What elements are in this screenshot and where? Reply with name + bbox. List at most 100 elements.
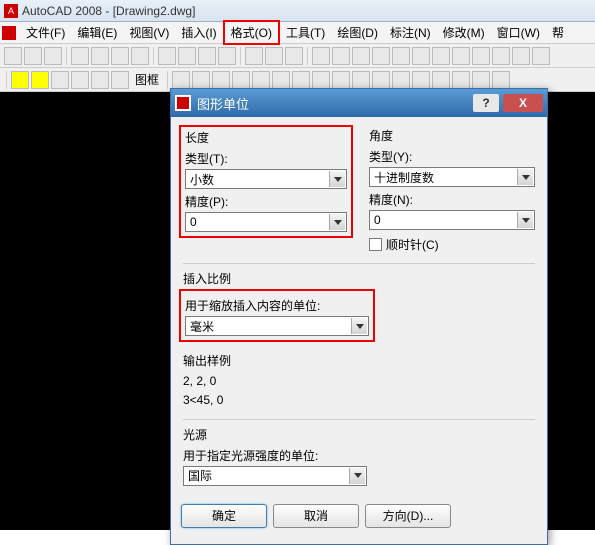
toolbar-icon[interactable] xyxy=(392,47,410,65)
direction-button[interactable]: 方向(D)... xyxy=(365,504,451,528)
toolbar-icon[interactable] xyxy=(265,47,283,65)
toolbar-icon[interactable] xyxy=(198,47,216,65)
toolbar-icon[interactable] xyxy=(292,71,310,89)
toolbar-icon[interactable] xyxy=(232,71,250,89)
toolbar-icon[interactable] xyxy=(71,47,89,65)
help-icon[interactable]: ? xyxy=(473,94,499,112)
insert-unit-select[interactable]: 毫米 xyxy=(185,316,369,336)
menubar-logo-icon xyxy=(2,26,16,40)
dialog-title: 图形单位 xyxy=(197,94,473,113)
app-titlebar: A AutoCAD 2008 - [Drawing2.dwg] xyxy=(0,0,595,22)
toolbar-icon[interactable] xyxy=(111,71,129,89)
app-title: AutoCAD 2008 - [Drawing2.dwg] xyxy=(22,4,195,18)
toolbar-icon[interactable] xyxy=(212,71,230,89)
cancel-button[interactable]: 取消 xyxy=(273,504,359,528)
clockwise-label: 顺时针(C) xyxy=(386,236,439,253)
toolbar-icon[interactable] xyxy=(452,47,470,65)
length-precision-select[interactable]: 0 xyxy=(185,212,347,232)
toolbar-icon[interactable] xyxy=(178,47,196,65)
toolbar-icon[interactable] xyxy=(192,71,210,89)
ok-label: 确定 xyxy=(212,507,236,524)
length-type-select[interactable]: 小数 xyxy=(185,169,347,189)
toolbar-icon[interactable] xyxy=(412,47,430,65)
toolbar-icon[interactable] xyxy=(392,71,410,89)
toolbar-icon[interactable] xyxy=(332,71,350,89)
angle-type-label: 类型(Y): xyxy=(369,148,535,165)
menu-help[interactable]: 帮 xyxy=(546,22,570,43)
clockwise-checkbox[interactable] xyxy=(369,238,382,251)
toolbar-icon[interactable] xyxy=(24,47,42,65)
menu-draw[interactable]: 绘图(D) xyxy=(331,22,384,43)
toolbar-icon[interactable] xyxy=(352,71,370,89)
chevron-down-icon xyxy=(329,171,345,187)
dialog-titlebar[interactable]: 图形单位 ? X xyxy=(171,89,547,117)
length-precision-label: 精度(P): xyxy=(185,193,347,210)
sample-line2: 3<45, 0 xyxy=(183,392,535,409)
menu-window[interactable]: 窗口(W) xyxy=(491,22,546,43)
toolbar-icon[interactable] xyxy=(372,71,390,89)
toolbar-icon[interactable] xyxy=(91,47,109,65)
menu-view[interactable]: 视图(V) xyxy=(123,22,175,43)
menu-tool[interactable]: 工具(T) xyxy=(280,22,331,43)
length-title: 长度 xyxy=(185,129,347,146)
toolbar-icon[interactable] xyxy=(312,71,330,89)
toolbar-icon[interactable] xyxy=(432,47,450,65)
toolbar-icon[interactable] xyxy=(4,47,22,65)
toolbar-icon[interactable] xyxy=(11,71,29,89)
toolbar-icon[interactable] xyxy=(272,71,290,89)
toolbar-separator xyxy=(307,47,308,65)
length-group-highlight: 长度 类型(T): 小数 精度(P): 0 xyxy=(179,125,353,238)
toolbar-icon[interactable] xyxy=(158,47,176,65)
toolbar-icon[interactable] xyxy=(71,71,89,89)
toolbar-icon[interactable] xyxy=(532,47,550,65)
chevron-down-icon xyxy=(329,214,345,230)
toolbar-icon[interactable] xyxy=(285,47,303,65)
angle-title: 角度 xyxy=(369,127,535,144)
toolbar-icon[interactable] xyxy=(472,47,490,65)
toolbar-icon[interactable] xyxy=(512,47,530,65)
toolbar-icon[interactable] xyxy=(372,47,390,65)
toolbar-icon[interactable] xyxy=(492,71,510,89)
angle-type-select[interactable]: 十进制度数 xyxy=(369,167,535,187)
toolbar-icon[interactable] xyxy=(452,71,470,89)
toolbar-icon[interactable] xyxy=(332,47,350,65)
toolbar-icon[interactable] xyxy=(492,47,510,65)
toolbar-frame-label: 图框 xyxy=(135,71,159,88)
toolbar-icon[interactable] xyxy=(245,47,263,65)
toolbar-icon[interactable] xyxy=(472,71,490,89)
angle-precision-select[interactable]: 0 xyxy=(369,210,535,230)
menubar: 文件(F) 编辑(E) 视图(V) 插入(I) 格式(O) 工具(T) 绘图(D… xyxy=(0,22,595,44)
menu-dim[interactable]: 标注(N) xyxy=(384,22,437,43)
toolbar-icon[interactable] xyxy=(111,47,129,65)
menu-modify[interactable]: 修改(M) xyxy=(437,22,491,43)
menu-file[interactable]: 文件(F) xyxy=(20,22,71,43)
toolbar-icon[interactable] xyxy=(51,71,69,89)
toolbar-icon[interactable] xyxy=(412,71,430,89)
toolbar-icon[interactable] xyxy=(44,47,62,65)
toolbar-icon[interactable] xyxy=(252,71,270,89)
angle-type-value: 十进制度数 xyxy=(374,169,434,186)
menu-insert[interactable]: 插入(I) xyxy=(175,22,222,43)
menu-format[interactable]: 格式(O) xyxy=(223,20,280,45)
toolbar-icon[interactable] xyxy=(131,47,149,65)
cancel-label: 取消 xyxy=(304,507,328,524)
light-title: 光源 xyxy=(183,426,535,443)
toolbar-icon[interactable] xyxy=(91,71,109,89)
light-unit-select[interactable]: 国际 xyxy=(183,466,367,486)
toolbar-icon[interactable] xyxy=(172,71,190,89)
chevron-down-icon xyxy=(517,212,533,228)
close-icon[interactable]: X xyxy=(503,94,543,112)
menu-edit[interactable]: 编辑(E) xyxy=(71,22,123,43)
toolbar-icon[interactable] xyxy=(218,47,236,65)
toolbar-icon[interactable] xyxy=(312,47,330,65)
toolbar-row-1 xyxy=(0,44,595,68)
toolbar-separator xyxy=(167,71,168,89)
toolbar-separator xyxy=(66,47,67,65)
ok-button[interactable]: 确定 xyxy=(181,504,267,528)
toolbar-icon[interactable] xyxy=(432,71,450,89)
units-dialog: 图形单位 ? X 长度 类型(T): 小数 精度(P): 0 xyxy=(170,88,548,545)
insert-title: 插入比例 xyxy=(183,270,535,287)
light-label: 用于指定光源强度的单位: xyxy=(183,447,535,464)
toolbar-icon[interactable] xyxy=(31,71,49,89)
toolbar-icon[interactable] xyxy=(352,47,370,65)
